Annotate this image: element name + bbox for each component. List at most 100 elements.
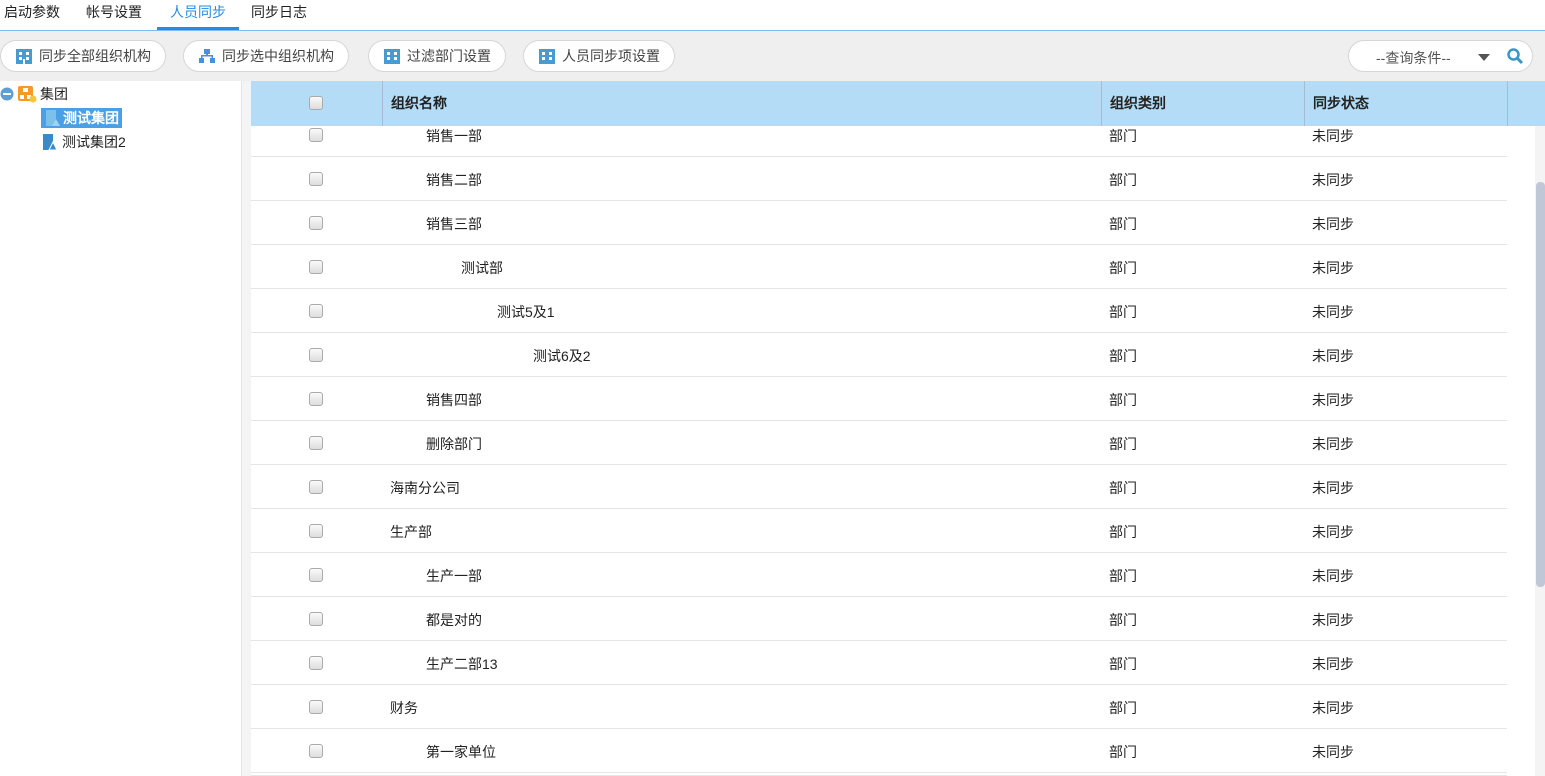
org-name-cell: 财务	[390, 700, 418, 716]
org-name-cell: 测试6及2	[533, 348, 591, 364]
row-checkbox[interactable]	[309, 744, 323, 758]
row-checkbox[interactable]	[309, 304, 323, 318]
button-label: 人员同步项设置	[562, 48, 660, 64]
sync-status-cell: 未同步	[1312, 612, 1354, 628]
sync-status-cell: 未同步	[1312, 436, 1354, 452]
sync-status-cell: 未同步	[1312, 656, 1354, 672]
row-checkbox[interactable]	[309, 612, 323, 626]
company-icon	[43, 134, 58, 151]
tab-account-settings[interactable]: 帐号设置	[86, 0, 142, 30]
table-row[interactable]: 删除部门 部门 未同步	[251, 421, 1507, 465]
tree-node-label: 集团	[40, 86, 68, 102]
table-row[interactable]: 生产二部13 部门 未同步	[251, 641, 1507, 685]
chevron-down-icon[interactable]	[1478, 54, 1490, 61]
org-type-cell: 部门	[1109, 612, 1137, 628]
filter-departments-button[interactable]: 过滤部门设置	[368, 40, 506, 72]
org-type-cell: 部门	[1109, 436, 1137, 452]
company-icon	[46, 110, 60, 126]
header-sync-status[interactable]: 同步状态	[1304, 81, 1507, 126]
vertical-scrollbar[interactable]	[1535, 126, 1545, 776]
building-icon	[384, 49, 400, 64]
tree-node-test-group-2[interactable]: 测试集团2	[41, 132, 126, 152]
org-type-cell: 部门	[1109, 348, 1137, 364]
org-name-cell: 销售三部	[426, 216, 482, 232]
staff-sync-items-button[interactable]: 人员同步项设置	[523, 40, 675, 72]
collapse-icon[interactable]	[0, 87, 14, 101]
sync-status-cell: 未同步	[1312, 568, 1354, 584]
button-label: 过滤部门设置	[407, 48, 491, 64]
table-row[interactable]: 第一家单位 部门 未同步	[251, 729, 1507, 773]
table-row[interactable]: 销售二部 部门 未同步	[251, 157, 1507, 201]
org-type-cell: 部门	[1109, 304, 1137, 320]
select-all-checkbox[interactable]	[309, 96, 323, 110]
org-name-cell: 删除部门	[426, 436, 482, 452]
org-chart-icon	[199, 49, 215, 63]
table-row[interactable]: 都是对的 部门 未同步	[251, 597, 1507, 641]
org-type-cell: 部门	[1109, 128, 1137, 144]
table-row[interactable]: 销售三部 部门 未同步	[251, 201, 1507, 245]
search-icon[interactable]	[1506, 47, 1524, 65]
grid-body: 销售一部 部门 未同步 销售二部 部门 未同步 销售三部 部门 未同步 测试部 …	[251, 113, 1507, 776]
tree-node-label: 测试集团2	[62, 134, 126, 150]
org-name-cell: 销售一部	[426, 128, 482, 144]
org-name-cell: 生产二部13	[426, 656, 498, 672]
org-type-cell: 部门	[1109, 524, 1137, 540]
sync-status-cell: 未同步	[1312, 744, 1354, 760]
table-row[interactable]: 海南分公司 部门 未同步	[251, 465, 1507, 509]
row-checkbox[interactable]	[309, 392, 323, 406]
row-checkbox[interactable]	[309, 524, 323, 538]
row-checkbox[interactable]	[309, 172, 323, 186]
org-name-cell: 测试部	[461, 260, 503, 276]
org-name-cell: 第一家单位	[426, 744, 496, 760]
row-checkbox[interactable]	[309, 128, 323, 142]
row-checkbox[interactable]	[309, 260, 323, 274]
row-checkbox[interactable]	[309, 480, 323, 494]
table-row[interactable]: 财务 部门 未同步	[251, 685, 1507, 729]
selected-node: 测试集团	[41, 108, 122, 128]
building-icon	[539, 49, 555, 64]
header-org-type[interactable]: 组织类别	[1101, 81, 1304, 126]
table-row[interactable]: 销售四部 部门 未同步	[251, 377, 1507, 421]
row-checkbox[interactable]	[309, 348, 323, 362]
row-checkbox[interactable]	[309, 436, 323, 450]
row-checkbox[interactable]	[309, 656, 323, 670]
sync-status-cell: 未同步	[1312, 480, 1354, 496]
table-row[interactable]: 测试部 部门 未同步	[251, 245, 1507, 289]
org-type-cell: 部门	[1109, 260, 1137, 276]
sync-status-cell: 未同步	[1312, 304, 1354, 320]
tree-node-test-group[interactable]: 测试集团	[41, 108, 122, 128]
row-checkbox[interactable]	[309, 568, 323, 582]
sync-status-cell: 未同步	[1312, 392, 1354, 408]
sync-status-cell: 未同步	[1312, 700, 1354, 716]
table-row[interactable]: 测试5及1 部门 未同步	[251, 289, 1507, 333]
header-filler	[1507, 81, 1545, 126]
row-checkbox[interactable]	[309, 216, 323, 230]
table-row[interactable]: 生产一部 部门 未同步	[251, 553, 1507, 597]
header-org-name[interactable]: 组织名称	[382, 81, 1101, 126]
org-name-cell: 销售二部	[426, 172, 482, 188]
tree-node-root[interactable]: 集团	[0, 84, 68, 104]
org-tree: 集团 测试集团 测试集团2	[0, 81, 242, 776]
panel-splitter[interactable]	[242, 81, 251, 776]
query-condition-select[interactable]: --查询条件--	[1348, 40, 1533, 72]
sync-status-cell: 未同步	[1312, 260, 1354, 276]
tab-bar: 启动参数 帐号设置 人员同步 同步日志	[0, 0, 1545, 31]
tab-startup-params[interactable]: 启动参数	[4, 0, 60, 30]
table-row[interactable]: 测试6及2 部门 未同步	[251, 333, 1507, 377]
table-row[interactable]: 生产部 部门 未同步	[251, 509, 1507, 553]
sync-all-orgs-button[interactable]: 同步全部组织机构	[0, 40, 166, 72]
org-name-cell: 海南分公司	[390, 480, 460, 496]
org-name-cell: 销售四部	[426, 392, 482, 408]
sync-selected-orgs-button[interactable]: 同步选中组织机构	[183, 40, 349, 72]
toolbar: 同步全部组织机构 同步选中组织机构 过滤部门设置 人员同步项设置 --查询条件-…	[0, 31, 1545, 81]
org-type-cell: 部门	[1109, 568, 1137, 584]
query-placeholder: --查询条件--	[1376, 50, 1451, 66]
grid-header: 组织名称 组织类别 同步状态	[251, 81, 1545, 126]
button-label: 同步全部组织机构	[39, 48, 151, 64]
row-checkbox[interactable]	[309, 700, 323, 714]
scrollbar-thumb[interactable]	[1536, 182, 1545, 587]
tab-sync-log[interactable]: 同步日志	[251, 0, 307, 30]
org-type-cell: 部门	[1109, 656, 1137, 672]
tab-staff-sync[interactable]: 人员同步	[157, 0, 239, 30]
sync-status-cell: 未同步	[1312, 524, 1354, 540]
